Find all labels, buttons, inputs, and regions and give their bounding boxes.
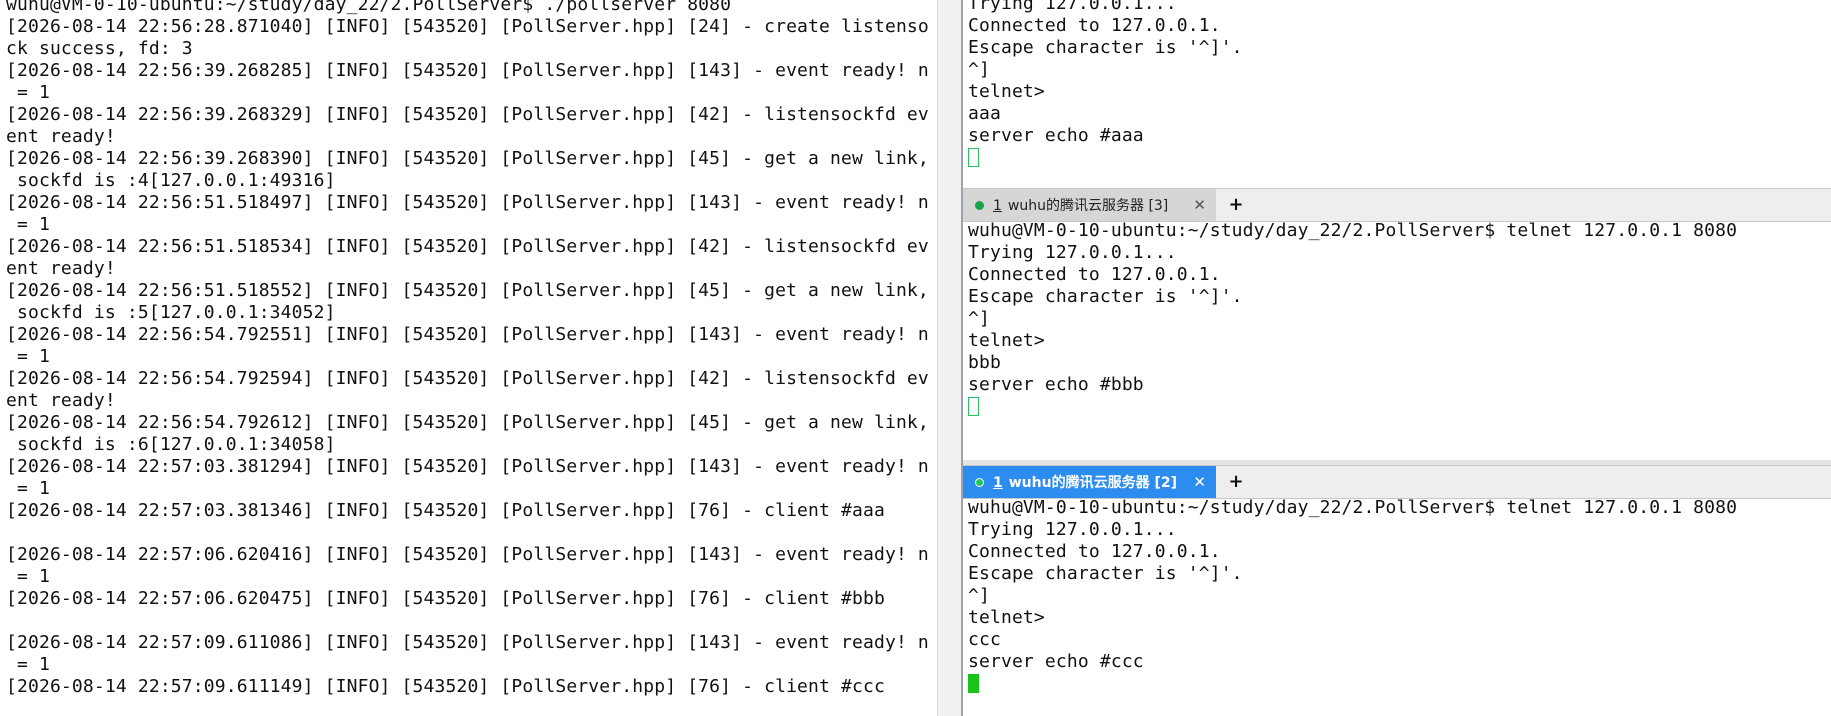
tab-title: wuhu的腾讯云服务器 [3]	[1007, 198, 1169, 214]
terminal-line: = 1	[6, 478, 50, 499]
terminal-line: ccc	[968, 629, 1001, 650]
terminal-line: ent ready!	[6, 126, 116, 147]
tab-server-3[interactable]: 1 wuhu的腾讯云服务器 [3] ✕	[963, 189, 1216, 221]
terminal-line: [2026-08-14 22:56:54.792594] [INFO] [543…	[6, 368, 929, 389]
terminal-line: wuhu@VM-0-10-ubuntu:~/study/day_22/2.Pol…	[968, 222, 1738, 241]
tab-title: wuhu的腾讯云服务器 [2]	[1008, 475, 1177, 491]
telnet-terminal-output-top: Trying 127.0.0.1... Connected to 127.0.0.…	[963, 0, 1831, 169]
terminal-line: ck success, fd: 3	[6, 38, 193, 59]
terminal-line: [2026-08-14 22:56:28.871040] [INFO] [543…	[6, 16, 929, 37]
connection-status-icon	[975, 477, 984, 487]
terminal-line: sockfd is :4[127.0.0.1:49316]	[6, 170, 336, 191]
text-cursor	[968, 674, 979, 693]
terminal-line: [2026-08-14 22:56:39.268329] [INFO] [543…	[6, 104, 929, 125]
telnet-terminal-output-middle: wuhu@VM-0-10-ubuntu:~/study/day_22/2.Pol…	[963, 222, 1831, 418]
server-terminal-output: wuhu@VM-0-10-ubuntu:~/study/day_22/2.Pol…	[0, 0, 937, 698]
terminal-line: wuhu@VM-0-10-ubuntu:~/study/day_22/2.Pol…	[968, 499, 1738, 518]
terminal-line: = 1	[6, 566, 50, 587]
terminal-line: Trying 127.0.0.1...	[968, 242, 1177, 263]
terminal-line: Connected to 127.0.0.1.	[968, 541, 1221, 562]
terminal-line: [2026-08-14 22:57:03.381294] [INFO] [543…	[6, 456, 929, 477]
tab-label: 1 wuhu的腾讯云服务器 [3]	[993, 195, 1168, 215]
terminal-line: Trying 127.0.0.1...	[968, 0, 1177, 14]
terminal-line: ent ready!	[6, 390, 116, 411]
terminal-line: telnet>	[968, 81, 1045, 102]
tab-server-2[interactable]: 1 wuhu的腾讯云服务器 [2] ✕	[963, 466, 1216, 498]
terminal-line: [2026-08-14 22:56:51.518552] [INFO] [543…	[6, 280, 929, 301]
terminal-line: sockfd is :5[127.0.0.1:34052]	[6, 302, 336, 323]
terminal-line: aaa	[968, 103, 1001, 124]
prompt-line	[968, 147, 1831, 169]
terminal-line: [2026-08-14 22:56:51.518497] [INFO] [543…	[6, 192, 929, 213]
terminal-line: Trying 127.0.0.1...	[968, 519, 1177, 540]
terminal-line: = 1	[6, 82, 50, 103]
terminal-line: Connected to 127.0.0.1.	[968, 264, 1221, 285]
terminal-line: [2026-08-14 22:57:09.611149] [INFO] [543…	[6, 676, 885, 697]
terminal-line: ^]	[968, 308, 990, 329]
terminal-line: Escape character is '^]'.	[968, 37, 1243, 58]
prompt-line	[968, 396, 1831, 418]
tab-label: 1 wuhu的腾讯云服务器 [2]	[993, 472, 1177, 492]
terminal-line: = 1	[6, 346, 50, 367]
terminal-line: server echo #bbb	[968, 374, 1144, 395]
terminal-line: ent ready!	[6, 258, 116, 279]
terminal-line: ^]	[968, 585, 990, 606]
add-tab-button[interactable]: +	[1225, 194, 1247, 215]
terminal-line: bbb	[968, 352, 1001, 373]
connection-status-icon	[975, 200, 984, 210]
prompt-line	[968, 673, 1831, 695]
text-cursor	[968, 148, 979, 167]
terminal-line: [2026-08-14 22:56:54.792551] [INFO] [543…	[6, 324, 929, 345]
terminal-line: [2026-08-14 22:57:06.620475] [INFO] [543…	[6, 588, 885, 609]
tab-bar-bottom: 1 wuhu的腾讯云服务器 [2] ✕ +	[963, 465, 1831, 499]
text-cursor	[968, 397, 979, 416]
tab-index: 1	[993, 198, 1002, 214]
terminal-line: [2026-08-14 22:56:39.268285] [INFO] [543…	[6, 60, 929, 81]
terminal-line: [2026-08-14 22:56:39.268390] [INFO] [543…	[6, 148, 929, 169]
terminal-line: = 1	[6, 654, 50, 675]
add-tab-button[interactable]: +	[1225, 471, 1247, 492]
server-terminal-pane[interactable]: wuhu@VM-0-10-ubuntu:~/study/day_22/2.Pol…	[0, 0, 937, 716]
telnet-terminal-pane-middle[interactable]: wuhu@VM-0-10-ubuntu:~/study/day_22/2.Pol…	[963, 222, 1831, 460]
terminal-line: wuhu@VM-0-10-ubuntu:~/study/day_22/2.Pol…	[6, 0, 732, 15]
terminal-line: Escape character is '^]'.	[968, 286, 1243, 307]
terminal-line: sockfd is :6[127.0.0.1:34058]	[6, 434, 336, 455]
tab-index: 1	[993, 475, 1003, 491]
terminal-line: server echo #ccc	[968, 651, 1144, 672]
terminal-line: [2026-08-14 22:56:54.792612] [INFO] [543…	[6, 412, 929, 433]
close-icon[interactable]: ✕	[1193, 196, 1206, 214]
terminal-line: Connected to 127.0.0.1.	[968, 15, 1221, 36]
terminal-line: [2026-08-14 22:57:06.620416] [INFO] [543…	[6, 544, 929, 565]
terminal-line: telnet>	[968, 607, 1045, 628]
terminal-line: [2026-08-14 22:57:03.381346] [INFO] [543…	[6, 500, 885, 521]
pane-splitter[interactable]	[937, 0, 962, 716]
telnet-terminal-pane-bottom[interactable]: wuhu@VM-0-10-ubuntu:~/study/day_22/2.Pol…	[963, 499, 1831, 716]
terminal-line: server echo #aaa	[968, 125, 1144, 146]
terminal-line: Escape character is '^]'.	[968, 563, 1243, 584]
terminal-line: [2026-08-14 22:57:09.611086] [INFO] [543…	[6, 632, 929, 653]
tab-bar-middle: 1 wuhu的腾讯云服务器 [3] ✕ +	[963, 188, 1831, 222]
terminal-line: ^]	[968, 59, 990, 80]
telnet-terminal-output-bottom: wuhu@VM-0-10-ubuntu:~/study/day_22/2.Pol…	[963, 499, 1831, 695]
terminal-line: [2026-08-14 22:56:51.518534] [INFO] [543…	[6, 236, 929, 257]
terminal-line: telnet>	[968, 330, 1045, 351]
terminal-line: = 1	[6, 214, 50, 235]
close-icon[interactable]: ✕	[1193, 473, 1206, 491]
telnet-terminal-pane-top[interactable]: Trying 127.0.0.1... Connected to 127.0.0.…	[963, 0, 1831, 186]
